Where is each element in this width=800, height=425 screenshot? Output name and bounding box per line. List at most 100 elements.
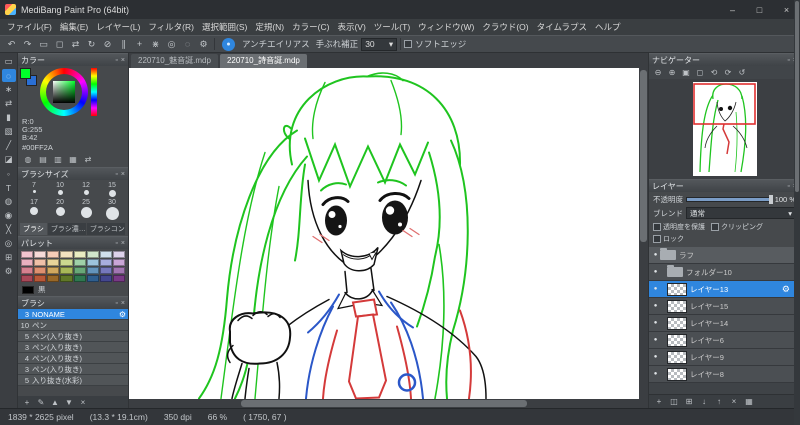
- antialias-brush-icon[interactable]: ●: [222, 37, 235, 51]
- layers-scroll-thumb[interactable]: [795, 1, 799, 193]
- panel-close-icon[interactable]: ×: [121, 57, 125, 64]
- dot-tool[interactable]: ◦: [2, 167, 16, 180]
- palette-color[interactable]: [60, 267, 73, 274]
- delete-brush-icon[interactable]: ×: [77, 397, 89, 408]
- panel-tab[interactable]: ブラシ: [20, 223, 47, 235]
- brush-size-preset[interactable]: 17: [21, 199, 47, 220]
- color-slider-mode-icon[interactable]: ▥: [52, 154, 64, 165]
- transform-icon[interactable]: ◻: [52, 37, 67, 51]
- foreground-color-swatch[interactable]: [20, 68, 31, 79]
- palette-color[interactable]: [86, 259, 99, 266]
- panel-tab[interactable]: ブラシコン…: [86, 223, 125, 235]
- menu-item[interactable]: ヘルプ: [591, 21, 625, 33]
- magic-wand-tool[interactable]: ∗: [2, 83, 16, 96]
- brush-item[interactable]: 3 NONAME ⚙: [18, 309, 128, 320]
- brush-size-preset[interactable]: 10: [47, 182, 73, 197]
- palette-color[interactable]: [34, 251, 47, 258]
- layer-row[interactable]: ● レイヤー9: [649, 349, 800, 366]
- layer-row[interactable]: ● レイヤー13 ⚙: [649, 281, 800, 298]
- panel-close-icon[interactable]: ×: [121, 240, 125, 247]
- add-folder-icon[interactable]: ◫: [668, 396, 680, 407]
- nav-zoom-out-icon[interactable]: ⊖: [652, 67, 664, 78]
- vertical-scroll-thumb[interactable]: [640, 70, 647, 243]
- menu-item[interactable]: フィルタ(R): [144, 21, 198, 33]
- menu-item[interactable]: ツール(T): [370, 21, 414, 33]
- opacity-slider[interactable]: [686, 195, 773, 204]
- layer-row[interactable]: ● レイヤー6: [649, 332, 800, 349]
- saturation-value-square[interactable]: [53, 81, 75, 103]
- palette-color[interactable]: [86, 251, 99, 258]
- menu-item[interactable]: カラー(C): [288, 21, 333, 33]
- black-color-swatch[interactable]: [22, 285, 34, 294]
- panel-collapse-icon[interactable]: ▫: [115, 240, 117, 247]
- palette-color[interactable]: [47, 275, 60, 282]
- delete-layer-icon[interactable]: ▦: [743, 396, 755, 407]
- menu-item[interactable]: タイムラプス: [533, 21, 591, 33]
- document-tab[interactable]: 220710_魅音誕.mdp: [131, 54, 218, 68]
- deselect-icon[interactable]: ▭: [36, 37, 51, 51]
- brush-item[interactable]: 10 ペン: [18, 320, 128, 331]
- nav-actual-size-icon[interactable]: ◻: [694, 67, 706, 78]
- layer-visibility-toggle[interactable]: ●: [651, 354, 660, 360]
- swap-colors-icon[interactable]: ⇄: [82, 154, 94, 165]
- palette-color[interactable]: [112, 275, 125, 282]
- panel-collapse-icon[interactable]: ▫: [115, 171, 117, 178]
- fill-tool[interactable]: ▮: [2, 111, 16, 124]
- brush-up-icon[interactable]: ▲: [49, 397, 61, 408]
- hand-tool[interactable]: ◉: [2, 209, 16, 222]
- move-layer-up-icon[interactable]: ↑: [713, 396, 725, 407]
- palette-color[interactable]: [99, 275, 112, 282]
- blend-select[interactable]: 通常 ▾: [686, 207, 796, 219]
- stabilizer-select[interactable]: 30 ▾: [361, 37, 398, 51]
- document-tab[interactable]: 220710_詩音誕.mdp: [219, 54, 307, 68]
- lock-checkbox[interactable]: ロック: [653, 234, 684, 244]
- color-grid-mode-icon[interactable]: ▦: [67, 154, 79, 165]
- palette-color[interactable]: [73, 267, 86, 274]
- brush-item[interactable]: 5 ペン(入り抜き): [18, 331, 128, 342]
- layer-row[interactable]: ● レイヤー8: [649, 366, 800, 383]
- menu-item[interactable]: 選択範囲(S): [198, 21, 251, 33]
- softedge-checkbox[interactable]: [404, 40, 413, 48]
- maximize-button[interactable]: □: [746, 0, 773, 19]
- palette-color[interactable]: [73, 251, 86, 258]
- layer-row[interactable]: ● レイヤー14: [649, 315, 800, 332]
- palette-color[interactable]: [34, 275, 47, 282]
- menu-item[interactable]: ファイル(F): [3, 21, 56, 33]
- panel-collapse-icon[interactable]: ▫: [115, 57, 117, 64]
- dropper-tool[interactable]: ◍: [2, 195, 16, 208]
- panel-tab[interactable]: ブラシ濃…: [47, 223, 86, 235]
- duplicate-layer-icon[interactable]: ⊞: [683, 396, 695, 407]
- gear-icon[interactable]: ⚙: [119, 310, 126, 319]
- brush-down-icon[interactable]: ▼: [63, 397, 75, 408]
- panel-collapse-icon[interactable]: ▫: [787, 183, 789, 190]
- horizontal-scroll-thumb[interactable]: [241, 400, 527, 407]
- palette-color[interactable]: [99, 267, 112, 274]
- brush-size-preset[interactable]: 7: [21, 182, 47, 197]
- brush-item[interactable]: 3 ペン(入り抜き): [18, 342, 128, 353]
- palette-color[interactable]: [73, 259, 86, 266]
- layer-visibility-toggle[interactable]: ●: [651, 320, 660, 326]
- nav-rotate-left-icon[interactable]: ⟲: [708, 67, 720, 78]
- rotate-canvas-icon[interactable]: ↻: [84, 37, 99, 51]
- layers-scrollbar[interactable]: [794, 0, 800, 425]
- navigator-viewport[interactable]: [649, 79, 800, 179]
- color-wheel[interactable]: [40, 68, 88, 116]
- tool-settings[interactable]: ⚙: [2, 265, 16, 278]
- snap-ellipse-icon[interactable]: ◌: [180, 37, 195, 51]
- add-brush-icon[interactable]: +: [21, 397, 33, 408]
- minimize-button[interactable]: –: [719, 0, 746, 19]
- brush-item[interactable]: 3 ペン(入り抜き): [18, 364, 128, 375]
- palette-color[interactable]: [21, 251, 34, 258]
- menu-item[interactable]: クラウド(O): [478, 21, 532, 33]
- clear-layer-icon[interactable]: ×: [728, 396, 740, 407]
- palette-black-entry[interactable]: 黒: [18, 284, 128, 296]
- palette-color[interactable]: [60, 275, 73, 282]
- palette-color[interactable]: [86, 275, 99, 282]
- add-layer-icon[interactable]: +: [653, 396, 665, 407]
- palette-color[interactable]: [21, 259, 34, 266]
- panel-collapse-icon[interactable]: ▫: [787, 57, 789, 64]
- menu-item[interactable]: 定規(N): [251, 21, 288, 33]
- brush-size-preset[interactable]: 12: [73, 182, 99, 197]
- menu-item[interactable]: 編集(E): [56, 21, 92, 33]
- opacity-slider-handle[interactable]: [768, 195, 773, 204]
